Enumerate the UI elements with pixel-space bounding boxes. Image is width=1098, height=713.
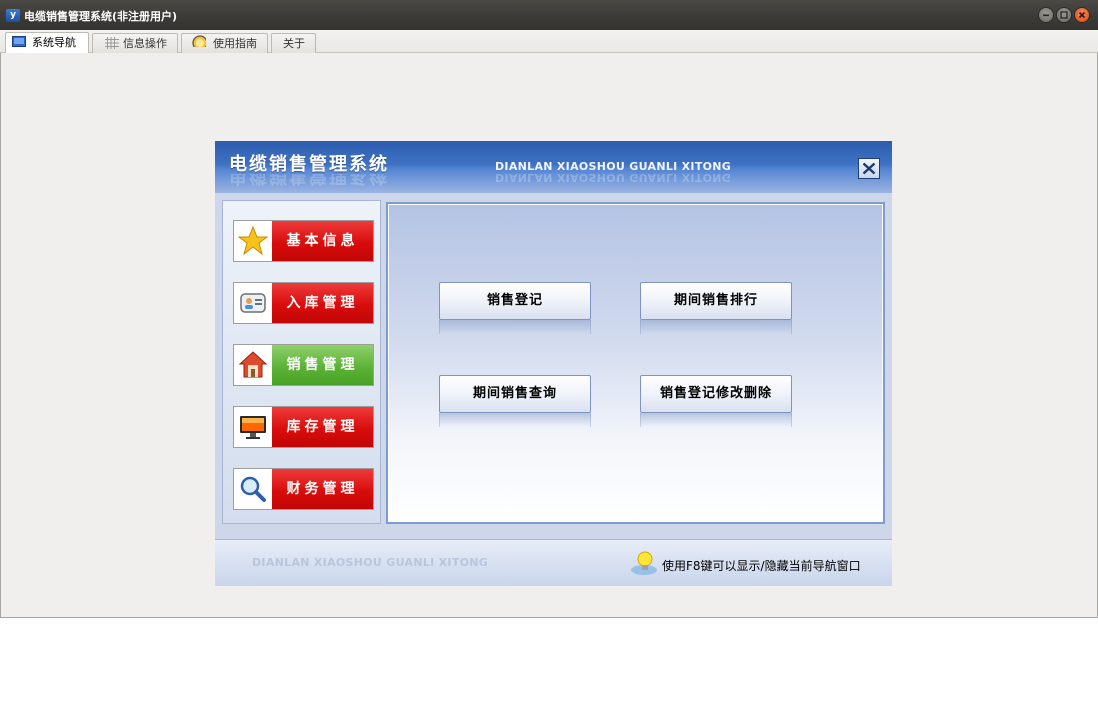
panel-footer: DIANLAN XIAOSHOU GUANLI XITONG 使用F8键可以显示… — [215, 539, 892, 586]
panel-subtitle-reflection: DIANLAN XIAOSHOU GUANLI XITONG — [495, 171, 732, 184]
tab-about[interactable]: 关于 — [271, 33, 316, 53]
panel-close-button[interactable] — [858, 158, 880, 179]
star-icon — [234, 221, 272, 261]
menu-inventory-button[interactable]: 库存管理 — [233, 406, 374, 448]
period-sales-ranking-button[interactable]: 期间销售排行 — [640, 282, 792, 320]
menu-label: 库存管理 — [272, 407, 373, 447]
panel-header: 电缆销售管理系统 电缆销售管理系统 DIANLAN XIAOSHOU GUANL… — [215, 141, 892, 193]
tab-label: 信息操作 — [123, 37, 167, 50]
tab-user-guide[interactable]: 使用指南 — [181, 33, 268, 53]
panel-title-reflection: 电缆销售管理系统 — [229, 174, 389, 186]
monitor-icon — [234, 407, 272, 447]
footer-tip: 使用F8键可以显示/隐藏当前导航窗口 — [662, 559, 861, 573]
tab-system-navigation[interactable]: 系统导航 — [5, 32, 89, 54]
menu-label: 入库管理 — [272, 283, 373, 323]
lightbulb-icon — [631, 551, 657, 575]
app-icon: y — [6, 9, 20, 22]
category-menu: 基本信息 入库管理 销售管理 库存管理 财务管理 — [222, 200, 381, 524]
grid-icon — [105, 37, 119, 49]
button-reflection — [640, 320, 792, 334]
panel-title: 电缆销售管理系统 — [229, 154, 389, 175]
close-icon — [862, 162, 876, 175]
button-reflection — [439, 320, 591, 334]
tab-strip: 系统导航 信息操作 使用指南 关于 — [0, 30, 1098, 54]
menu-stock-in-button[interactable]: 入库管理 — [233, 282, 374, 324]
window-titlebar: y 电缆销售管理系统(非注册用户) — [0, 0, 1098, 30]
window-title: 电缆销售管理系统(非注册用户) — [24, 10, 178, 23]
tab-label: 系统导航 — [32, 36, 76, 49]
tab-info-operations[interactable]: 信息操作 — [92, 33, 178, 53]
contact-card-icon — [234, 283, 272, 323]
minimize-icon[interactable] — [1039, 8, 1053, 22]
tab-label: 使用指南 — [213, 37, 257, 50]
button-reflection — [640, 413, 792, 427]
period-sales-query-button[interactable]: 期间销售查询 — [439, 375, 591, 413]
footer-watermark: DIANLAN XIAOSHOU GUANLI XITONG — [252, 556, 489, 569]
sales-register-edit-delete-button[interactable]: 销售登记修改删除 — [640, 375, 792, 413]
button-reflection — [439, 413, 591, 427]
action-area: 销售登记 期间销售排行 期间销售查询 销售登记修改删除 — [386, 202, 885, 524]
menu-label: 基本信息 — [272, 221, 373, 261]
help-icon — [192, 35, 206, 47]
close-icon[interactable] — [1075, 8, 1089, 22]
menu-label: 销售管理 — [272, 345, 373, 385]
tab-label: 关于 — [283, 37, 305, 50]
maximize-icon[interactable] — [1057, 8, 1071, 22]
menu-sales-button[interactable]: 销售管理 — [233, 344, 374, 386]
menu-finance-button[interactable]: 财务管理 — [233, 468, 374, 510]
menu-label: 财务管理 — [272, 469, 373, 509]
navigation-panel: 电缆销售管理系统 电缆销售管理系统 DIANLAN XIAOSHOU GUANL… — [215, 141, 892, 586]
monitor-icon — [12, 36, 26, 47]
menu-basic-info-button[interactable]: 基本信息 — [233, 220, 374, 262]
home-icon — [234, 345, 272, 385]
magnifier-icon — [234, 469, 272, 509]
sales-register-button[interactable]: 销售登记 — [439, 282, 591, 320]
